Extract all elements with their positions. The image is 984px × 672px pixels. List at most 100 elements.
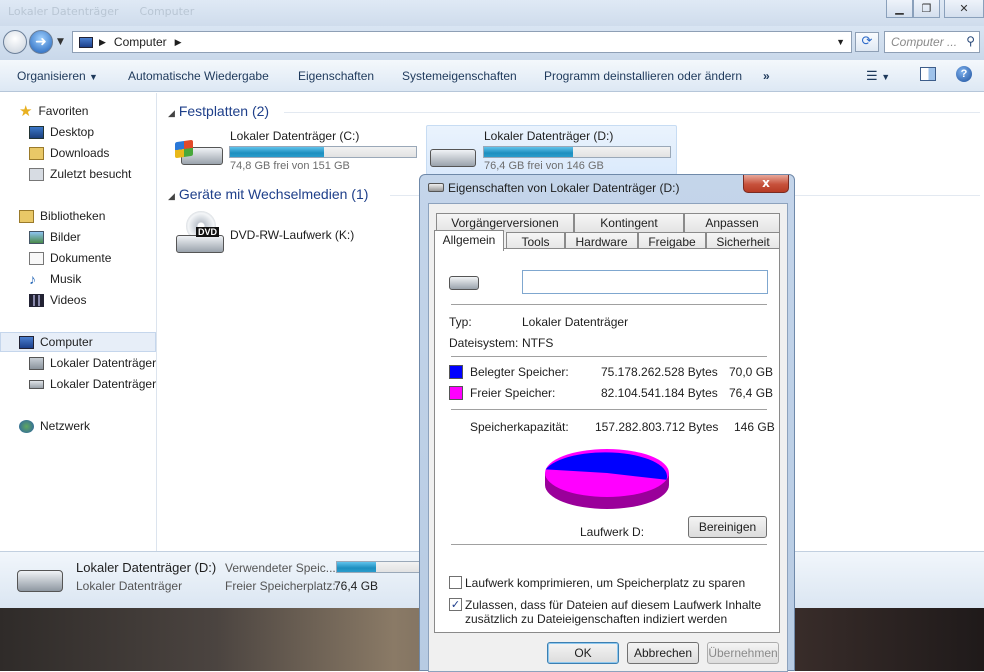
documents-icon (29, 251, 44, 265)
network-icon (19, 419, 34, 433)
sidebar-item-downloads[interactable]: Downloads (29, 144, 109, 162)
arrow-right-icon: ➜ (35, 34, 47, 50)
sidebar-item-music[interactable]: ♪ Musik (29, 270, 81, 288)
help-icon: ? (960, 68, 968, 80)
drive-c-icon[interactable] (175, 137, 225, 169)
libraries-icon (19, 209, 34, 223)
divider (451, 304, 767, 305)
dialog-body: Vorgängerversionen Kontingent Anpassen A… (428, 203, 788, 672)
videos-icon (29, 293, 44, 307)
sidebar-item-videos[interactable]: Videos (29, 291, 86, 309)
search-input[interactable]: Computer ... ⚲ (884, 31, 980, 53)
navigation-pane: ★ Favoriten Desktop Downloads Zuletzt bes… (0, 93, 157, 551)
index-checkbox[interactable]: ✓ (449, 598, 462, 611)
computer-icon (79, 36, 93, 48)
autoplay-button[interactable]: Automatische Wiedergabe (128, 69, 269, 83)
address-bar-area: ➜ ▼ ▶ Computer ▶ ▼ ⟳ Computer ... ⚲ (0, 26, 984, 60)
computer-icon (19, 335, 34, 349)
drive-c-usage-bar (229, 146, 417, 158)
dialog-close-button[interactable]: x (743, 175, 789, 193)
drive-c-name[interactable]: Lokaler Datenträger (C:) (230, 129, 359, 143)
compress-label[interactable]: Laufwerk komprimieren, um Speicherplatz … (465, 576, 745, 590)
dvd-drive-icon[interactable]: DVD (176, 211, 226, 257)
group-header-hard-drives[interactable]: ◢ Festplatten (2) (168, 103, 269, 119)
compress-checkbox[interactable] (449, 576, 462, 589)
ghost-title-1: Lokaler Datenträger (8, 5, 119, 18)
help-button[interactable]: ? (956, 66, 972, 82)
breadcrumb-computer[interactable]: Computer (114, 35, 167, 49)
sidebar-item-label: Dokumente (50, 251, 112, 265)
forward-button[interactable]: ➜ (29, 30, 53, 54)
sidebar-item-recent[interactable]: Zuletzt besucht (29, 165, 131, 183)
sidebar-item-computer[interactable]: Computer (19, 333, 93, 351)
dvd-drive-name[interactable]: DVD-RW-Laufwerk (K:) (230, 228, 354, 242)
sidebar-item-label: Lokaler Datenträger (50, 356, 157, 370)
close-window-button[interactable]: ✕ (944, 0, 984, 18)
group-header-removable[interactable]: ◢ Geräte mit Wechselmedien (1) (168, 186, 368, 202)
drive-d-usage-fill (484, 147, 573, 157)
sidebar-item-label: Computer (40, 335, 93, 349)
sidebar-item-drive-d[interactable]: Lokaler Datenträger (29, 375, 156, 393)
refresh-icon: ⟳ (861, 34, 873, 49)
history-dropdown-icon[interactable]: ▼ (57, 37, 64, 47)
details-used-label: Verwendeter Speic... (225, 561, 336, 575)
back-button[interactable] (3, 30, 27, 54)
group-title: Festplatten (2) (178, 103, 270, 119)
drive-d-icon[interactable] (430, 143, 478, 171)
breadcrumb-arrow-icon[interactable]: ▶ (99, 37, 106, 48)
drive-d-name[interactable]: Lokaler Datenträger (D:) (484, 129, 613, 143)
cancel-button[interactable]: Abbrechen (627, 642, 699, 664)
tab-quota[interactable]: Kontingent (574, 213, 684, 232)
maximize-button[interactable]: ❐ (913, 0, 940, 18)
uninstall-program-button[interactable]: Programm deinstallieren oder ändern (544, 69, 742, 83)
more-commands-button[interactable]: » (763, 69, 770, 83)
address-input[interactable]: ▶ Computer ▶ ▼ (72, 31, 852, 53)
minimize-button[interactable]: ▁ (886, 0, 913, 18)
details-usage-bar (336, 561, 420, 573)
chevron-down-icon: ▼ (89, 72, 98, 82)
usage-pie-chart (545, 449, 669, 509)
sidebar-item-network[interactable]: Netzwerk (19, 417, 90, 435)
filesystem-value: NTFS (522, 336, 554, 350)
search-placeholder: Computer ... (891, 35, 958, 49)
properties-button[interactable]: Eigenschaften (298, 69, 374, 83)
refresh-button[interactable]: ⟳ (855, 32, 879, 52)
view-options-button[interactable]: ☰ ▼ (866, 68, 890, 84)
cleanup-button[interactable]: Bereinigen (688, 516, 767, 538)
free-space-label: Freier Speicher: (470, 386, 556, 400)
index-label-line1[interactable]: Zulassen, dass für Dateien auf diesem La… (465, 598, 761, 612)
preview-pane-button[interactable] (920, 67, 936, 81)
system-properties-button[interactable]: Systemeigenschaften (402, 69, 517, 83)
filesystem-label: Dateisystem: (449, 336, 519, 350)
tab-customize[interactable]: Anpassen (684, 213, 780, 232)
capacity-bytes: 157.282.803.712 Bytes (595, 420, 719, 434)
hard-drive-icon (29, 379, 44, 389)
tab-general[interactable]: Allgemein (434, 230, 504, 251)
sidebar-item-desktop[interactable]: Desktop (29, 123, 94, 141)
sidebar-item-label: Desktop (50, 125, 95, 139)
index-label-line2[interactable]: zusätzlich zu Dateieigenschaften indizie… (465, 612, 727, 626)
breadcrumb-arrow-icon[interactable]: ▶ (175, 37, 182, 48)
sidebar-item-label: Videos (50, 293, 87, 307)
sidebar-item-libraries[interactable]: Bibliotheken (19, 207, 105, 225)
drive-d-free: 76,4 GB frei von 146 GB (484, 160, 604, 172)
group-title: Geräte mit Wechselmedien (1) (178, 186, 369, 202)
sidebar-item-drive-c[interactable]: Lokaler Datenträger (29, 354, 156, 372)
address-dropdown-icon[interactable]: ▼ (836, 37, 845, 47)
volume-label-input[interactable] (522, 270, 768, 294)
capacity-gb: 146 GB (734, 420, 775, 434)
sidebar-item-label: Netzwerk (40, 419, 91, 433)
used-space-gb: 70,0 GB (729, 365, 774, 379)
used-space-swatch (449, 365, 463, 379)
collapse-icon: ◢ (168, 108, 175, 118)
apply-button[interactable]: Übernehmen (707, 642, 779, 664)
sidebar-item-pictures[interactable]: Bilder (29, 228, 81, 246)
sidebar-item-favorites[interactable]: ★ Favoriten (19, 102, 88, 120)
ok-button[interactable]: OK (547, 642, 619, 664)
windows-drive-icon (29, 356, 44, 370)
sidebar-item-documents[interactable]: Dokumente (29, 249, 111, 267)
ghost-title-2: Computer (139, 5, 195, 18)
divider (451, 544, 767, 545)
hard-drive-icon (17, 570, 63, 592)
organize-menu[interactable]: Organisieren ▼ (17, 69, 98, 83)
